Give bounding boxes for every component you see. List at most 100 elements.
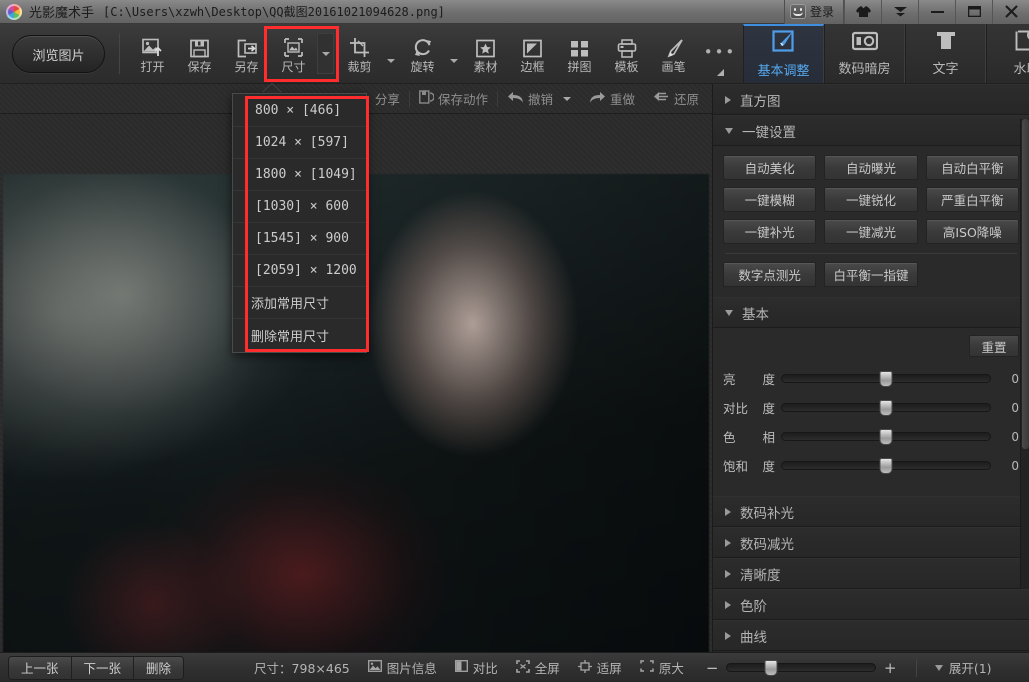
auto-exposure-button[interactable]: 自动曝光 [824,155,918,180]
size-button[interactable]: 尺寸 [270,24,317,83]
menu-item-size-600h[interactable]: [1030] × 600 [233,191,366,223]
fit-screen-button[interactable]: 适屏 [577,658,622,677]
section-one-key-settings[interactable]: 一键设置 [713,115,1029,146]
menu-item-size-1800[interactable]: 1800 × [1049] [233,159,366,191]
menu-item-delete-common-size[interactable]: 删除常用尺寸 [233,319,366,351]
delete-image-button[interactable]: 删除 [134,656,184,679]
tab-digital-darkroom[interactable]: 数码暗房 [824,24,905,83]
slider-thumb[interactable] [879,429,893,445]
zoom-slider[interactable] [725,660,876,676]
section-clarity[interactable]: 清晰度 [713,558,1029,589]
menu-item-size-900h[interactable]: [1545] × 900 [233,223,366,255]
save-action-button[interactable]: 保存动作 [410,84,497,113]
tab-basic-adjust[interactable]: 基本调整 [743,24,824,83]
rotate-button[interactable]: 旋转 [399,24,446,83]
menu-item-add-common-size[interactable]: 添加常用尺寸 [233,287,366,319]
prev-image-button[interactable]: 上一张 [9,656,72,679]
panel-scrollbar-thumb[interactable] [1022,119,1029,449]
watermark-icon [1015,30,1029,55]
digital-spot-meter-button[interactable]: 数字点测光 [723,262,817,287]
brush-button[interactable]: 画笔 [650,24,697,83]
slider-thumb[interactable] [879,371,893,387]
size-dropdown-menu[interactable]: 800 × [466] 1024 × [597] 1800 × [1049] [… [232,93,367,353]
template-button[interactable]: 模板 [603,24,650,83]
file-path-label: [C:\Users\xzwh\Desktop\QQ截图2016102109462… [103,5,445,19]
browse-images-button[interactable]: 浏览图片 [12,35,105,73]
expand-button[interactable]: 展开(1) [934,658,992,677]
one-key-fill-light-button[interactable]: 一键补光 [723,219,817,244]
section-digital-reduce-light[interactable]: 数码减光 [713,527,1029,558]
auto-beautify-button[interactable]: 自动美化 [723,155,817,180]
one-key-reduce-light-button[interactable]: 一键减光 [824,219,918,244]
crop-dropdown-toggle[interactable] [383,24,399,83]
section-basic[interactable]: 基本 [713,297,1029,328]
basic-body: 重置 亮 度 0 对比 度 0 色 相 0 饱和 度 0 [713,328,1029,496]
white-balance-one-touch-button[interactable]: 白平衡一指键 [824,262,918,287]
share-button[interactable]: 分享 [362,84,409,113]
login-button[interactable]: 登录 [783,0,844,24]
more-tools-button[interactable]: ••• [697,24,743,83]
zoom-in-button[interactable]: + [884,659,897,677]
section-digital-fill-light[interactable]: 数码补光 [713,496,1029,527]
menu-item-size-1024[interactable]: 1024 × [597] [233,127,366,159]
high-iso-denoise-button[interactable]: 高ISO降噪 [925,219,1019,244]
border-button[interactable]: 边框 [509,24,556,83]
save-label: 保存 [187,60,212,74]
skin-shirt-icon[interactable] [844,0,881,24]
menu-item-size-800[interactable]: 800 × [466] [233,95,366,127]
brush-icon [664,33,684,58]
save-button[interactable]: 保存 [176,24,223,83]
status-divider [915,658,917,677]
crop-button[interactable]: 裁剪 [336,24,383,83]
zoom-slider-thumb[interactable] [764,660,778,676]
slider-thumb[interactable] [879,458,893,474]
section-levels[interactable]: 色阶 [713,589,1029,620]
fullscreen-icon [515,659,530,676]
slider-thumb[interactable] [879,400,893,416]
save-as-button[interactable]: 另存 [223,24,270,83]
compare-button[interactable]: 对比 [454,658,498,677]
brightness-label: 亮 度 [723,372,775,387]
revert-button[interactable]: 还原 [644,84,708,113]
mode-tabs: 基本调整 数码暗房 文字 水印 [743,24,1029,83]
open-button[interactable]: 打开 [129,24,176,83]
next-image-button[interactable]: 下一张 [71,656,135,679]
contrast-slider[interactable] [781,400,991,416]
tab-watermark[interactable]: 水印 [986,24,1029,83]
actual-size-button[interactable]: 原大 [640,658,684,677]
chevron-down-icon[interactable] [881,0,918,24]
image-size-label: 尺寸：798×465 [254,661,350,676]
undo-button[interactable]: 撤销 [498,84,580,113]
edit-pencil-icon [771,30,796,57]
tab-text[interactable]: 文字 [905,24,986,83]
brightness-slider[interactable] [781,371,991,387]
menu-item-size-1200h[interactable]: [2059] × 1200 [233,255,366,287]
section-one-key-settings-label: 一键设置 [742,124,796,141]
maximize-icon[interactable] [955,0,992,24]
section-histogram[interactable]: 直方图 [713,84,1029,115]
section-curves[interactable]: 曲线 [713,620,1029,651]
hue-slider[interactable] [781,429,991,445]
section-clarity-label: 清晰度 [740,567,781,584]
redo-button[interactable]: 重做 [580,84,644,113]
reset-button[interactable]: 重置 [969,335,1019,357]
collage-button[interactable]: 拼图 [556,24,603,83]
close-icon[interactable] [992,0,1029,24]
panel-scrollbar[interactable] [1020,119,1029,589]
size-dropdown-toggle[interactable] [317,33,334,74]
tab-watermark-label: 水印 [1013,62,1029,77]
one-key-sharpen-button[interactable]: 一键锐化 [824,187,918,212]
minimize-icon[interactable] [918,0,955,24]
strong-white-balance-button[interactable]: 严重白平衡 [925,187,1019,212]
chevron-down-icon[interactable] [562,96,571,101]
fullscreen-button[interactable]: 全屏 [515,658,560,677]
one-key-blur-button[interactable]: 一键模糊 [723,187,817,212]
auto-white-balance-button[interactable]: 自动白平衡 [925,155,1019,180]
material-button[interactable]: 素材 [462,24,509,83]
zoom-out-button[interactable]: − [706,659,719,677]
image-info-button[interactable]: 图片信息 [367,658,437,677]
chevron-down-icon [387,58,395,63]
saturation-slider[interactable] [781,458,991,474]
material-label: 素材 [473,60,498,74]
rotate-dropdown-toggle[interactable] [446,24,462,83]
